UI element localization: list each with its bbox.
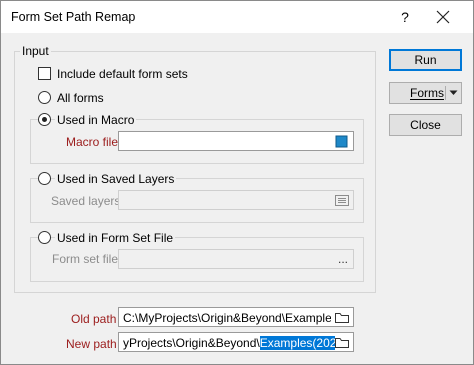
folder-icon[interactable]: [334, 310, 350, 325]
new-path-label: New path: [66, 337, 117, 351]
old-path-value: C:\MyProjects\Origin&Beyond\Examples(20: [123, 311, 331, 325]
saved-layers-label: Saved layers: [51, 194, 121, 208]
include-default-label: Include default form sets: [57, 67, 188, 81]
list-icon[interactable]: [334, 193, 350, 208]
used-in-saved-layers-radio[interactable]: [38, 172, 51, 185]
all-forms-label: All forms: [57, 91, 104, 105]
used-in-macro-label: Used in Macro: [55, 113, 137, 127]
include-default-checkbox[interactable]: [38, 67, 51, 80]
close-icon: [436, 10, 450, 24]
help-button[interactable]: ?: [390, 5, 420, 29]
new-path-text: yProjects\Origin&Beyond\: [123, 336, 260, 350]
old-path-label: Old path: [71, 312, 117, 326]
input-group-legend: Input: [20, 44, 51, 58]
used-in-macro-radio[interactable]: [38, 113, 51, 126]
form-set-file-label: Form set file: [52, 252, 119, 266]
saved-layers-input[interactable]: [118, 190, 354, 210]
new-path-selection: Examples(2023): [259, 336, 335, 350]
new-path-value: yProjects\Origin&Beyond\Examples(2023): [123, 336, 335, 350]
folder-icon[interactable]: [334, 335, 350, 350]
browse-ellipsis-icon[interactable]: ...: [338, 252, 348, 266]
used-in-form-set-file-radio[interactable]: [38, 231, 51, 244]
close-button[interactable]: Close: [389, 114, 462, 136]
form-set-path-remap-dialog: Form Set Path Remap ? Input Include defa…: [0, 0, 474, 365]
new-path-input[interactable]: yProjects\Origin&Beyond\Examples(2023): [118, 332, 354, 352]
macro-file-input[interactable]: [118, 131, 354, 151]
form-set-file-input[interactable]: ...: [118, 249, 354, 269]
used-in-form-set-file-label: Used in Form Set File: [55, 231, 176, 245]
macro-file-icon[interactable]: [334, 134, 350, 149]
macro-file-label: Macro file: [66, 135, 119, 149]
forms-button[interactable]: Forms: [389, 82, 462, 104]
used-in-saved-layers-label: Used in Saved Layers: [55, 172, 177, 186]
title-bar: Form Set Path Remap ?: [1, 1, 473, 33]
old-path-input[interactable]: C:\MyProjects\Origin&Beyond\Examples(20: [118, 307, 354, 327]
forms-button-label: Forms: [410, 86, 444, 100]
all-forms-radio[interactable]: [38, 91, 51, 104]
run-button[interactable]: Run: [389, 49, 462, 71]
close-window-button[interactable]: [426, 5, 460, 29]
dropdown-arrow-icon[interactable]: [449, 90, 458, 96]
forms-button-separator: [445, 86, 446, 100]
window-title: Form Set Path Remap: [11, 10, 136, 24]
